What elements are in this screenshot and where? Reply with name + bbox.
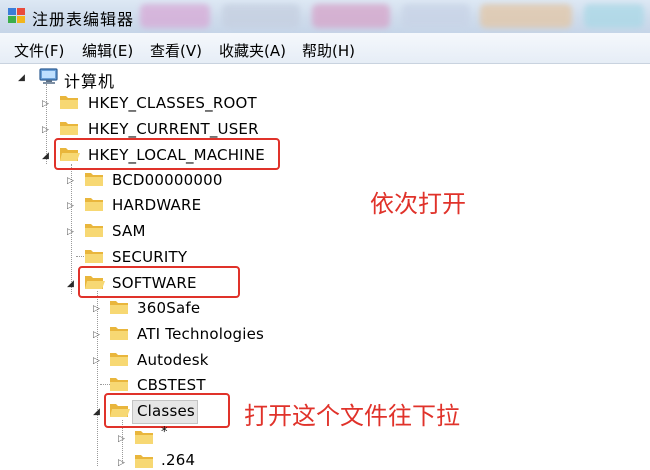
expand-arrow-icon[interactable]: ▷ [67,227,74,237]
window-title: 注册表编辑器 [32,10,135,29]
highlight-box-software [78,266,240,298]
tree-node-ati-technologies[interactable]: ATI Technologies [137,325,264,343]
expand-arrow-icon[interactable]: ▷ [118,458,125,468]
folder-icon [85,173,103,186]
tree-node-264[interactable]: .264 [161,451,195,469]
highlight-box-hklm [54,138,280,170]
tree-node-asterisk[interactable]: * [161,425,168,440]
folder-icon [110,353,128,366]
tree-node-cbstest[interactable]: CBSTEST [137,376,206,394]
folder-icon [60,96,78,109]
folder-icon [110,327,128,340]
blurred-background [312,4,390,28]
expand-arrow-icon[interactable]: ▷ [42,125,49,135]
tree-node-hardware[interactable]: HARDWARE [112,196,201,214]
expand-arrow-icon[interactable]: ▷ [67,201,74,211]
folder-icon [85,250,103,263]
collapse-arrow-icon[interactable]: ◢ [93,407,100,417]
blurred-background [402,4,470,28]
menu-view[interactable]: 查看(V) [150,40,202,61]
tree-node-sam[interactable]: SAM [112,222,146,240]
expand-arrow-icon[interactable]: ▷ [42,99,49,109]
annotation-open-in-order: 依次打开 [370,190,466,218]
folder-icon [60,122,78,135]
expand-arrow-icon[interactable]: ▷ [93,356,100,366]
tree-node-computer[interactable]: 计算机 [64,68,115,92]
collapse-arrow-icon[interactable]: ◢ [42,151,49,161]
tree-node-security[interactable]: SECURITY [112,248,187,266]
collapse-arrow-icon[interactable]: ◢ [67,279,74,289]
folder-icon [110,301,128,314]
tree-node-hkey-current-user[interactable]: HKEY_CURRENT_USER [88,120,259,138]
tree-node-hkey-classes-root[interactable]: HKEY_CLASSES_ROOT [88,94,257,112]
collapse-arrow-icon[interactable]: ◢ [18,73,25,83]
folder-icon [110,378,128,391]
blurred-background [140,4,210,28]
folder-icon [135,431,153,444]
expand-arrow-icon[interactable]: ▷ [93,330,100,340]
blurred-background [222,4,300,28]
blurred-background [480,4,572,28]
menu-help[interactable]: 帮助(H) [302,40,355,61]
menu-file[interactable]: 文件(F) [14,40,64,61]
highlight-box-classes [104,393,230,428]
folder-icon [85,198,103,211]
expand-arrow-icon[interactable]: ▷ [118,434,125,444]
blurred-background [584,4,644,28]
expand-arrow-icon[interactable]: ▷ [93,304,100,314]
annotation-open-and-scroll: 打开这个文件往下拉 [244,402,460,430]
tree-node-autodesk[interactable]: Autodesk [137,351,209,369]
menu-favorites[interactable]: 收藏夹(A) [219,40,286,61]
expand-arrow-icon[interactable]: ▷ [67,176,74,186]
menu-bar: 文件(F) 编辑(E) 查看(V) 收藏夹(A) 帮助(H) [0,33,650,64]
tree-node-bcd[interactable]: BCD00000000 [112,171,223,189]
folder-icon [135,455,153,468]
tree-node-360safe[interactable]: 360Safe [137,299,200,317]
registry-tree: ◢ 计算机 ▷ HKEY_CLASSES_ROOT ▷ HKEY_CURRENT… [0,64,650,469]
registry-editor-icon [8,8,25,23]
folder-icon [85,224,103,237]
computer-icon [39,68,58,84]
title-bar: 注册表编辑器 [0,0,650,33]
menu-edit[interactable]: 编辑(E) [82,40,133,61]
tree-guide-line [97,291,98,466]
